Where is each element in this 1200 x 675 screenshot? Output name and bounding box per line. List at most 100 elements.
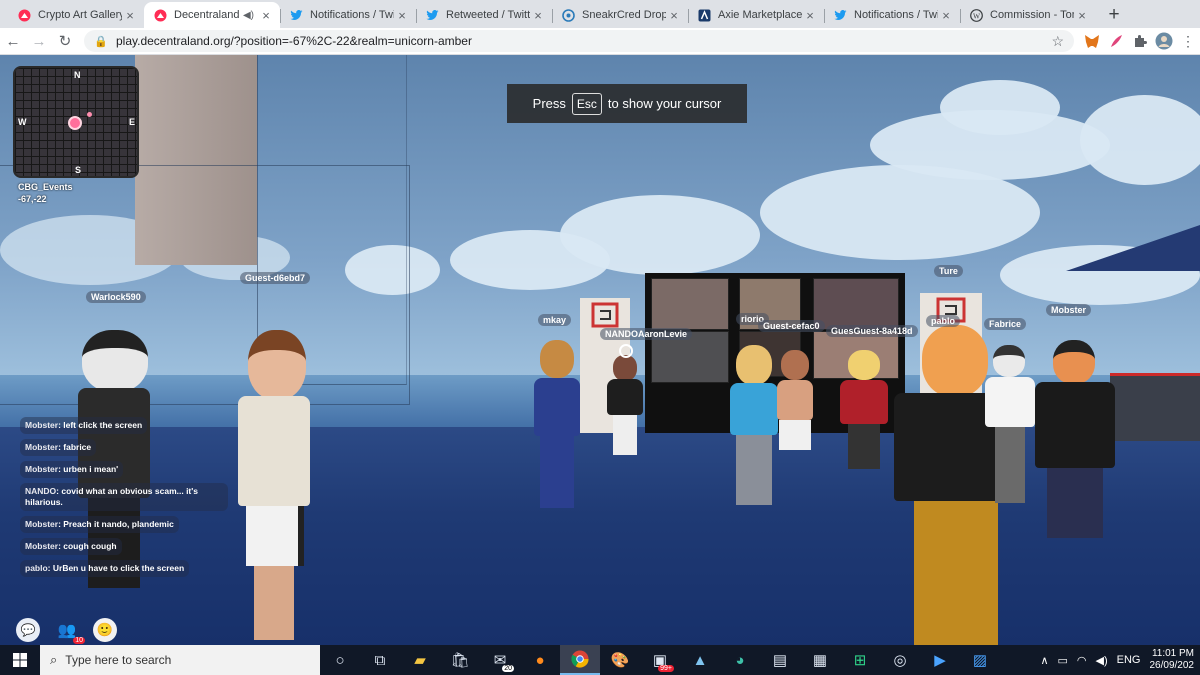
compass-west: W bbox=[18, 117, 27, 127]
avatar-mobster[interactable] bbox=[1035, 340, 1115, 540]
avatar-guest-cefac0[interactable] bbox=[775, 350, 815, 490]
app-badge: 99+ bbox=[658, 665, 674, 672]
tab-commission[interactable]: W Commission - Ton × bbox=[960, 2, 1096, 28]
reload-icon[interactable]: ↻ bbox=[52, 28, 78, 54]
avatar-guest-8a418d[interactable] bbox=[840, 350, 888, 475]
paint-icon[interactable]: 🎨 bbox=[600, 645, 640, 675]
twitter-icon bbox=[289, 8, 303, 22]
nametag-guest-cefac0: Guest-cefac0 bbox=[758, 320, 825, 332]
nametag-mkay: mkay bbox=[538, 314, 572, 326]
tab-sneakrcred-drop[interactable]: SneakrCred Drop × bbox=[552, 2, 688, 28]
decentraland-icon bbox=[153, 8, 167, 22]
chrome-icon[interactable] bbox=[560, 645, 600, 675]
clock[interactable]: 11:01 PM 26/09/202 bbox=[1150, 648, 1195, 672]
extension-feather-icon[interactable] bbox=[1104, 29, 1128, 53]
browser-menu-icon[interactable]: ⋮ bbox=[1176, 29, 1200, 53]
close-tab-icon[interactable]: × bbox=[394, 8, 410, 23]
volume-icon[interactable]: ◀) bbox=[1096, 654, 1108, 667]
close-tab-icon[interactable]: × bbox=[938, 8, 954, 23]
tab-decentraland[interactable]: Decentraland ◀) × bbox=[144, 2, 280, 28]
minimap[interactable]: N S W E bbox=[13, 66, 139, 178]
media-player-icon[interactable]: ▶ bbox=[920, 645, 960, 675]
sneakrcred-icon bbox=[561, 8, 575, 22]
bookmark-star-icon[interactable]: ☆ bbox=[1051, 33, 1064, 50]
app-notifications-icon[interactable]: ▣ 99+ bbox=[640, 645, 680, 675]
avatar-riorio[interactable] bbox=[728, 345, 780, 510]
tab-notifications-twitter-2[interactable]: Notifications / Twi × bbox=[824, 2, 960, 28]
task-view-icon[interactable]: ⧉ bbox=[360, 645, 400, 675]
profile-avatar-icon[interactable] bbox=[1152, 29, 1176, 53]
clock-time: 11:01 PM bbox=[1151, 648, 1194, 659]
browser-toolbar: ← → ↻ 🔒 play.decentraland.org/?position=… bbox=[0, 28, 1200, 55]
tab-title: Notifications / Twi bbox=[310, 9, 394, 21]
photos-icon[interactable]: ▨ bbox=[960, 645, 1000, 675]
tab-notifications-twitter[interactable]: Notifications / Twi × bbox=[280, 2, 416, 28]
windows-start-icon[interactable] bbox=[0, 645, 40, 675]
nametag-mobster: Mobster bbox=[1046, 304, 1092, 316]
extensions-puzzle-icon[interactable] bbox=[1128, 29, 1152, 53]
avatar-guest-d6ebd7[interactable] bbox=[238, 330, 318, 640]
crosshair-icon bbox=[619, 344, 633, 358]
boxing-ring bbox=[1110, 373, 1200, 441]
video-tile bbox=[651, 278, 729, 330]
close-tab-icon[interactable]: × bbox=[258, 8, 274, 23]
cortana-icon[interactable]: ○ bbox=[320, 645, 360, 675]
mail-icon[interactable]: ✉ 20 bbox=[480, 645, 520, 675]
tab-crypto-art-gallery[interactable]: Crypto Art Gallery × bbox=[8, 2, 144, 28]
metamask-icon[interactable] bbox=[1080, 29, 1104, 53]
tab-title: Crypto Art Gallery bbox=[38, 9, 122, 21]
esc-key-label: Esc bbox=[571, 92, 602, 115]
file-explorer-icon[interactable]: ▰ bbox=[400, 645, 440, 675]
close-tab-icon[interactable]: × bbox=[802, 8, 818, 23]
friends-count-badge: 10 bbox=[73, 637, 85, 644]
network-app-icon[interactable]: ⊞ bbox=[840, 645, 880, 675]
taskbar-search-box[interactable]: ⌕ Type here to search bbox=[40, 645, 320, 675]
new-tab-button[interactable]: + bbox=[1100, 2, 1128, 28]
language-indicator[interactable]: ENG bbox=[1117, 654, 1141, 666]
speaker-icon[interactable]: ◀) bbox=[243, 10, 254, 21]
wordpress-icon: W bbox=[969, 8, 983, 22]
wifi-icon[interactable]: ◠ bbox=[1077, 654, 1087, 667]
obs-icon[interactable]: ◎ bbox=[880, 645, 920, 675]
address-bar[interactable]: 🔒 play.decentraland.org/?position=-67%2C… bbox=[84, 30, 1074, 52]
axie-icon bbox=[697, 8, 711, 22]
decentraland-icon bbox=[17, 8, 31, 22]
close-tab-icon[interactable]: × bbox=[666, 8, 682, 23]
clock-date: 26/09/202 bbox=[1149, 660, 1195, 671]
chat-message: Mobster: cough cough bbox=[20, 538, 122, 555]
avatar-mkay[interactable] bbox=[532, 340, 584, 510]
store-icon[interactable]: 🛍 bbox=[440, 645, 480, 675]
profile-avatar-icon[interactable]: 🙂 bbox=[93, 618, 117, 642]
cloud bbox=[450, 230, 610, 290]
tab-retweeted-twitter[interactable]: Retweeted / Twitte × bbox=[416, 2, 552, 28]
chat-message: Mobster: Preach it nando, plandemic bbox=[20, 516, 179, 533]
friends-icon[interactable]: 👥 10 bbox=[55, 618, 85, 644]
close-tab-icon[interactable]: × bbox=[122, 8, 138, 23]
close-tab-icon[interactable]: × bbox=[530, 8, 546, 23]
edge-icon[interactable]: ◕ bbox=[720, 645, 760, 675]
calculator-icon[interactable]: ▦ bbox=[800, 645, 840, 675]
scene-coordinates: -67,-22 bbox=[18, 194, 47, 204]
avatar-nando[interactable] bbox=[607, 355, 643, 460]
tray-chevron-icon[interactable]: ∧ bbox=[1040, 654, 1048, 667]
nametag-nandoaaronlevie: NANDOAaronLevie bbox=[600, 328, 693, 340]
compass-south: S bbox=[75, 165, 82, 175]
compass-east: E bbox=[129, 117, 136, 127]
cloud bbox=[1080, 95, 1200, 185]
close-tab-icon[interactable]: × bbox=[1074, 8, 1090, 23]
svg-text:W: W bbox=[972, 11, 980, 20]
battery-icon[interactable]: ▭ bbox=[1058, 654, 1068, 667]
tab-axie-marketplace[interactable]: Axie Marketplace × bbox=[688, 2, 824, 28]
forward-arrow-icon[interactable]: → bbox=[26, 28, 52, 54]
tab-title: Decentraland bbox=[174, 9, 240, 21]
chat-log: Mobster: left click the screen Mobster: … bbox=[20, 417, 228, 582]
chat-bubble-icon[interactable]: 💬 bbox=[16, 618, 40, 642]
notepad-icon[interactable]: ▤ bbox=[760, 645, 800, 675]
back-arrow-icon[interactable]: ← bbox=[0, 28, 26, 54]
firefox-icon[interactable]: ● bbox=[520, 645, 560, 675]
triangle-app-icon[interactable]: ▲ bbox=[680, 645, 720, 675]
avatar-fabrice[interactable] bbox=[985, 345, 1035, 505]
windows-taskbar: ⌕ Type here to search ○ ⧉ ▰ 🛍 ✉ 20 ● 🎨 ▣ 9… bbox=[0, 645, 1200, 675]
game-viewport[interactable]: Warlock590 Guest-d6ebd7 mkay NANDOAaronL… bbox=[0, 55, 1200, 645]
browser-tab-strip: Crypto Art Gallery × Decentraland ◀) × N… bbox=[0, 0, 1200, 28]
